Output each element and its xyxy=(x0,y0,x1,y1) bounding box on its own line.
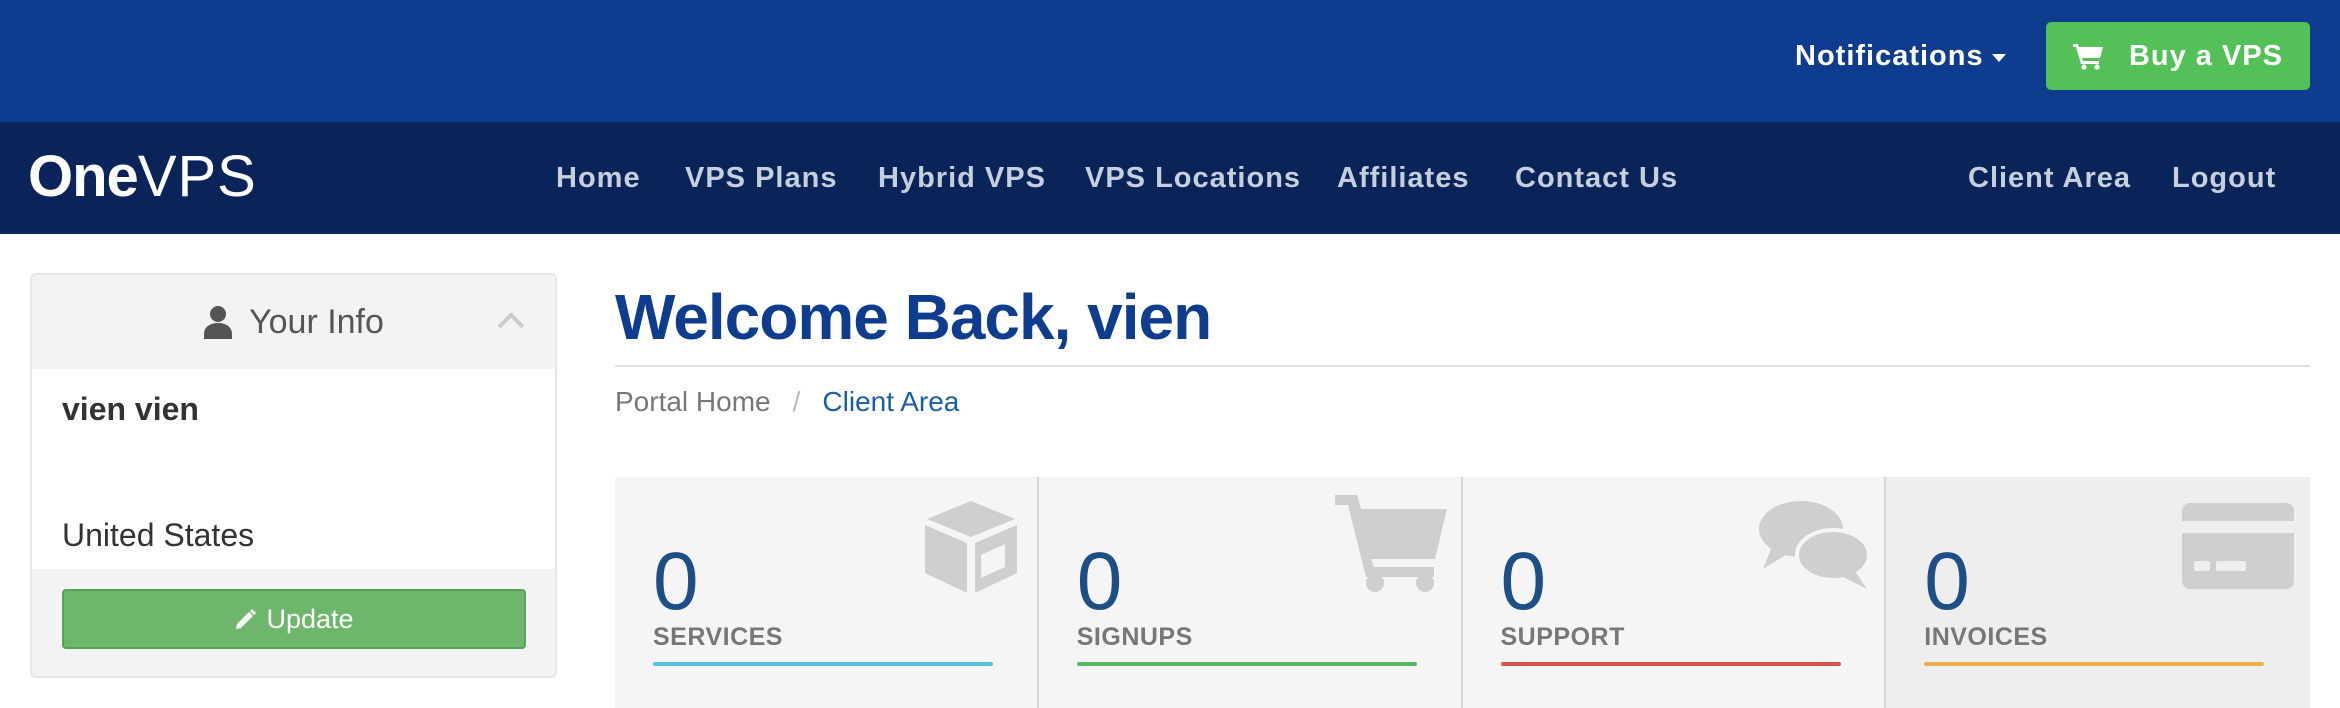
top-bar: Notifications Buy a VPS xyxy=(0,0,2340,122)
signups-label: SIGNUPS xyxy=(1076,623,1193,651)
comments-icon xyxy=(1758,501,1871,589)
pencil-icon xyxy=(236,609,257,629)
nav-client-area[interactable]: Client Area xyxy=(1968,158,2131,198)
credit-card-icon xyxy=(2182,503,2295,589)
your-info-footer: Update xyxy=(32,569,555,676)
invoices-label: INVOICES xyxy=(1924,623,2048,651)
client-country: United States xyxy=(62,517,255,553)
logo-text-vps: VPS xyxy=(137,143,257,209)
breadcrumb-current: Client Area xyxy=(822,386,960,417)
tile-support[interactable]: 0 SUPPORT xyxy=(1462,477,1887,708)
nav-logout[interactable]: Logout xyxy=(2172,158,2276,198)
tile-services[interactable]: 0 SERVICES xyxy=(615,477,1039,708)
signups-underline xyxy=(1076,662,1417,666)
notifications-label: Notifications xyxy=(1795,39,1984,72)
page-title: Welcome Back, vien xyxy=(615,281,1212,353)
update-label: Update xyxy=(266,603,354,634)
nav-contact-us[interactable]: Contact Us xyxy=(1515,158,1678,198)
tile-invoices[interactable]: 0 INVOICES xyxy=(1886,477,2310,708)
your-info-body: vien vien United States xyxy=(32,369,555,569)
invoices-count: 0 xyxy=(1924,536,1970,627)
chevron-up-icon[interactable] xyxy=(497,311,525,329)
update-button[interactable]: Update xyxy=(62,589,526,649)
tile-signups[interactable]: 0 SIGNUPS xyxy=(1038,477,1463,708)
invoices-underline xyxy=(1924,662,2265,666)
support-underline xyxy=(1500,662,1841,666)
breadcrumb-portal-home[interactable]: Portal Home xyxy=(615,386,771,418)
main-nav: One VPS Home VPS Plans Hybrid VPS VPS Loc… xyxy=(0,122,2340,234)
nav-affiliates[interactable]: Affiliates xyxy=(1337,158,1469,198)
support-label: SUPPORT xyxy=(1500,623,1625,651)
caret-down-icon xyxy=(1991,54,2006,62)
nav-vps-plans[interactable]: VPS Plans xyxy=(685,158,837,198)
services-count: 0 xyxy=(653,536,699,627)
support-count: 0 xyxy=(1500,536,1547,627)
nav-vps-locations[interactable]: VPS Locations xyxy=(1085,158,1301,198)
shopping-cart-icon xyxy=(1334,495,1447,592)
onevps-logo[interactable]: One VPS xyxy=(28,144,257,209)
your-info-panel: Your Info vien vien United States Update xyxy=(30,273,557,678)
stats-tiles: 0 SERVICES 0 SIGNUPS 0 SUPPORT 0 INVOICE… xyxy=(615,477,2310,708)
logo-text-one: One xyxy=(28,143,139,209)
buy-vps-button[interactable]: Buy a VPS xyxy=(2046,22,2310,90)
client-name: vien vien xyxy=(62,391,199,427)
your-info-title: Your Info xyxy=(249,302,384,341)
breadcrumb-separator: / xyxy=(792,386,801,417)
notifications-dropdown[interactable]: Notifications xyxy=(1795,36,2006,76)
nav-hybrid-vps[interactable]: Hybrid VPS xyxy=(878,158,1046,198)
title-divider xyxy=(615,365,2310,367)
services-underline xyxy=(653,662,993,666)
user-icon xyxy=(204,306,233,339)
cube-icon xyxy=(925,501,1017,593)
signups-count: 0 xyxy=(1076,536,1123,627)
breadcrumb: Portal Home / Client Area xyxy=(615,386,959,418)
shopping-cart-icon xyxy=(2072,44,2103,70)
services-label: SERVICES xyxy=(653,623,783,651)
buy-vps-label: Buy a VPS xyxy=(2128,39,2284,72)
your-info-header[interactable]: Your Info xyxy=(32,275,555,369)
nav-home[interactable]: Home xyxy=(556,158,641,198)
